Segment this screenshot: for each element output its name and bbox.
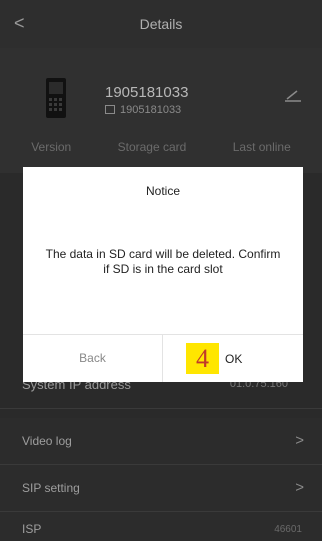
- dialog-back-button[interactable]: Back: [23, 335, 162, 382]
- edit-icon[interactable]: [284, 88, 302, 102]
- dialog-message: The data in SD card will be deleted. Con…: [45, 247, 281, 276]
- chevron-right-icon: >: [295, 432, 304, 449]
- device-id: 1905181033: [120, 104, 182, 116]
- device-name: 1905181033: [105, 84, 189, 101]
- divider: [0, 408, 322, 409]
- device-stats: Version Storage card Last online: [0, 140, 322, 154]
- stat-version: Version: [31, 140, 72, 154]
- dialog-ok-button[interactable]: 4 OK: [163, 335, 303, 382]
- notice-dialog: Notice The data in SD card will be delet…: [23, 167, 303, 382]
- dialog-title: Notice: [145, 184, 180, 198]
- list-item-value: 46601: [274, 524, 302, 535]
- stat-last-online: Last online: [232, 140, 291, 154]
- list-item-label: ISP: [22, 522, 42, 536]
- list-item-video-log[interactable]: Video log >: [0, 418, 322, 464]
- device-card: 1905181033 1905181033 Version Storage ca…: [0, 48, 322, 173]
- stat-storage-card[interactable]: Storage card: [118, 140, 187, 154]
- step-marker: 4: [186, 343, 219, 374]
- ok-label: OK: [225, 352, 243, 366]
- title-bar: < Details: [0, 0, 322, 48]
- device-id-row: 1905181033: [105, 104, 181, 116]
- phone-icon: [46, 78, 66, 118]
- list-item-isp: ISP 46601: [0, 512, 322, 541]
- details-screen: < Details 1905181033 1905181033 Version …: [0, 0, 322, 541]
- page-title: Details: [139, 16, 183, 32]
- list-item-label: Video log: [22, 434, 72, 448]
- list-item-sip-setting[interactable]: SIP setting >: [0, 465, 322, 511]
- id-card-icon: [105, 105, 115, 114]
- list-item-label: SIP setting: [22, 481, 80, 495]
- chevron-right-icon: >: [295, 479, 304, 496]
